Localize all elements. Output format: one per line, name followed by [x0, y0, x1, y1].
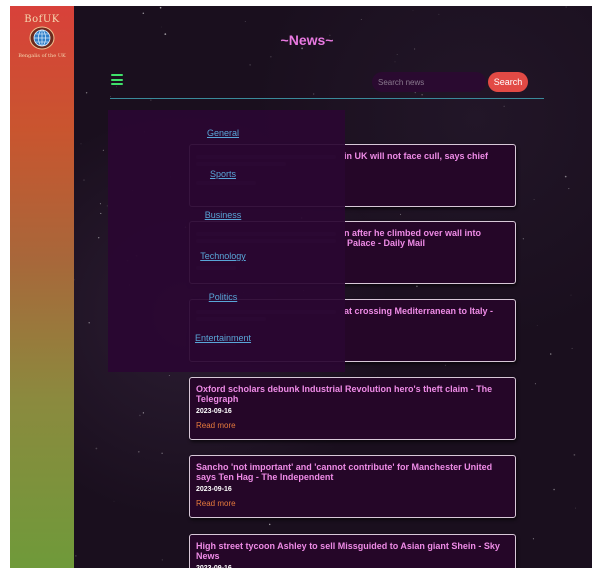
news-card-title[interactable]: High street tycoon Ashley to sell Missgu…	[196, 541, 509, 561]
news-card-date: 2023-09-16	[196, 408, 232, 415]
news-card-title-cont[interactable]: Palace - Daily Mail	[347, 238, 509, 248]
sidebar: BofUK Bengalis of the UK	[10, 6, 74, 568]
category-dropdown-menu: General Sports Business Technology Polit…	[108, 110, 345, 372]
news-card: Sancho 'not important' and 'cannot contr…	[189, 455, 516, 518]
news-card-title[interactable]: Oxford scholars debunk Industrial Revolu…	[196, 384, 509, 404]
news-card-date: 2023-09-16	[196, 486, 232, 493]
logo-subtitle: Bengalis of the UK	[18, 53, 66, 59]
globe-icon	[29, 26, 55, 50]
news-card-title[interactable]: at crossing Mediterranean to Italy -	[344, 306, 509, 316]
news-card: Oxford scholars debunk Industrial Revolu…	[189, 377, 516, 440]
menu-item-technology[interactable]: Technology	[108, 251, 338, 261]
hamburger-menu-icon[interactable]	[111, 74, 123, 85]
logo-title: BofUK	[24, 14, 60, 25]
news-card-title[interactable]: in UK will not face cull, says chief	[344, 151, 509, 161]
search-input[interactable]	[372, 72, 486, 92]
news-card-title[interactable]: Sancho 'not important' and 'cannot contr…	[196, 462, 509, 482]
page-title: ~News~	[280, 32, 334, 48]
news-card-title[interactable]: n after he climbed over wall into	[344, 228, 509, 238]
menu-item-general[interactable]: General	[108, 128, 338, 138]
site-logo[interactable]: BofUK Bengalis of the UK	[10, 14, 74, 59]
read-more-link[interactable]: Read more	[196, 499, 509, 508]
menu-item-entertainment[interactable]: Entertainment	[108, 333, 338, 343]
menu-item-sports[interactable]: Sports	[108, 169, 338, 179]
app-frame: BofUK Bengalis of the UK ~News~ Search i…	[10, 6, 592, 568]
menu-item-politics[interactable]: Politics	[108, 292, 338, 302]
menu-item-business[interactable]: Business	[108, 210, 338, 220]
header-divider	[110, 98, 544, 99]
search-button[interactable]: Search	[488, 72, 528, 92]
news-card: High street tycoon Ashley to sell Missgu…	[189, 534, 516, 568]
read-more-link[interactable]: Read more	[196, 421, 509, 430]
